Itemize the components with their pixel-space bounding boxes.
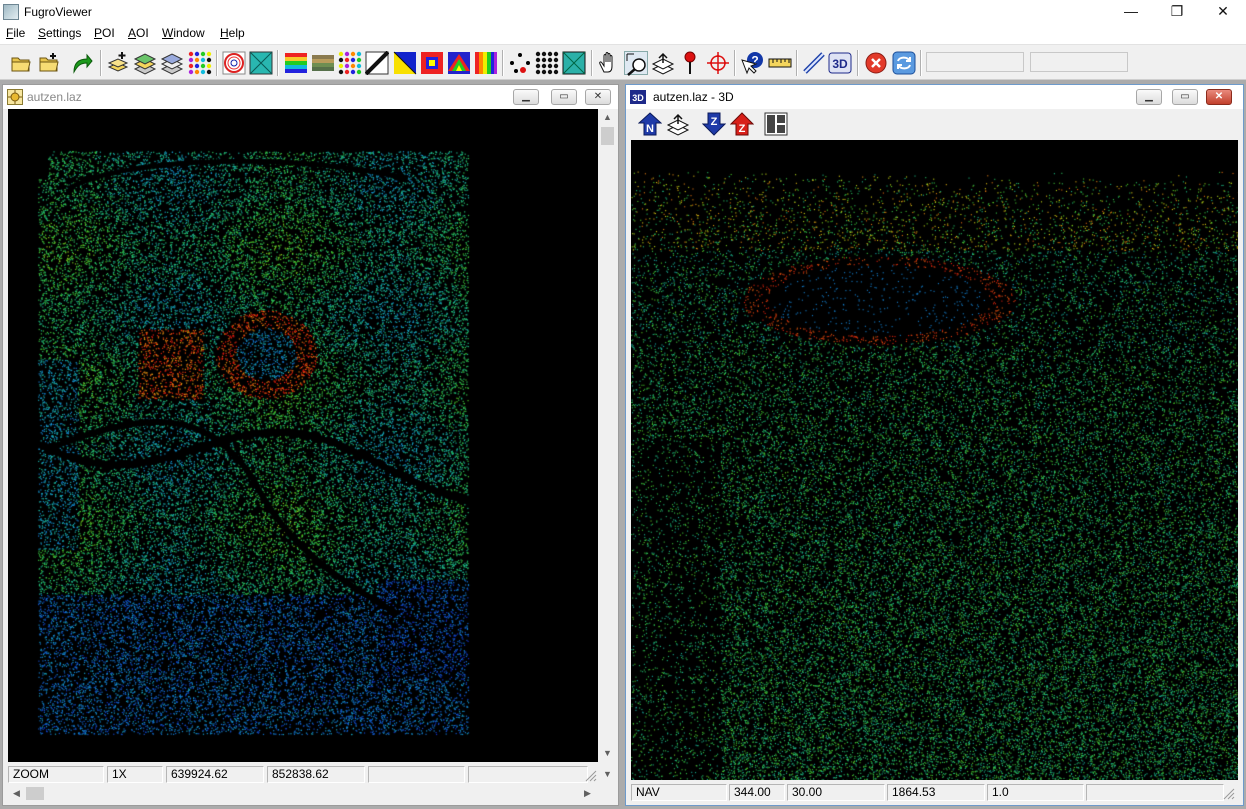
status-extra-1 (368, 766, 465, 783)
view-2d-icon (7, 89, 23, 105)
scroll-up-icon[interactable]: ▲ (599, 109, 616, 126)
view-2d-minimize-button[interactable]: ▁ (513, 89, 539, 105)
status-value-5 (1086, 784, 1224, 801)
layers-stack-icon[interactable] (133, 51, 157, 75)
view-3d-title: autzen.laz - 3D (653, 90, 734, 104)
measure-ruler-icon[interactable] (768, 51, 792, 75)
spectrum-icon[interactable] (474, 51, 498, 75)
point-grid-color-icon[interactable] (188, 51, 212, 75)
app-icon (3, 4, 19, 20)
layers-edit-icon[interactable] (160, 51, 184, 75)
close-button[interactable]: ✕ (1200, 0, 1246, 24)
status-value-2: 30.00 (787, 784, 885, 801)
svg-text:3D: 3D (832, 57, 848, 71)
menu-bar: File Settings POI AOI Window Help (0, 24, 1246, 44)
stop-cancel-icon[interactable] (864, 51, 888, 75)
menu-file[interactable]: File (6, 26, 25, 40)
resize-grip-icon[interactable] (1221, 786, 1235, 800)
contour-map-icon[interactable] (222, 51, 246, 75)
status-y-coordinate: 852838.62 (267, 766, 365, 783)
maximize-button[interactable]: ❐ (1154, 0, 1200, 24)
color-squares-icon[interactable] (420, 51, 444, 75)
status-mode: ZOOM (8, 766, 104, 783)
view-2d-hscroll-thumb[interactable] (26, 787, 44, 800)
svg-text:Z: Z (739, 123, 746, 135)
view-2d-hscroll[interactable]: ◀ ▶ (8, 785, 596, 802)
status-value-4: 1.0 (987, 784, 1084, 801)
menu-settings[interactable]: Settings (38, 26, 81, 40)
redo-arrow-button[interactable] (70, 51, 94, 75)
main-toolbar: ? 3D (0, 44, 1246, 80)
refresh-sync-icon[interactable] (892, 51, 916, 75)
view-3d-point-cloud[interactable] (631, 140, 1238, 780)
status-nav-mode: NAV (631, 784, 727, 801)
classification-color-icon[interactable] (338, 51, 362, 75)
app-title-bar: FugroViewer — ❐ ✕ (0, 0, 1246, 24)
app-title: FugroViewer (24, 5, 92, 19)
scroll-left-icon[interactable]: ◀ (8, 785, 25, 802)
status-x-coordinate: 639924.62 (166, 766, 264, 783)
add-layer-button[interactable] (106, 51, 130, 75)
svg-text:N: N (646, 123, 654, 135)
line-draw-icon[interactable] (802, 51, 826, 75)
points-red-icon[interactable] (508, 51, 532, 75)
tin-surface-icon[interactable] (562, 51, 586, 75)
menu-window[interactable]: Window (162, 26, 205, 40)
view-3d-caption: 3D autzen.laz - 3D ▁ ▭ ✕ (626, 85, 1243, 109)
poi-pin-icon[interactable] (678, 51, 702, 75)
layout-panels-icon[interactable] (764, 112, 788, 136)
z-down-icon[interactable]: Z (702, 112, 726, 136)
scroll-right-icon[interactable]: ▶ (579, 785, 596, 802)
elevation-bands-icon[interactable] (284, 51, 308, 75)
rgb-triangle-icon[interactable] (393, 51, 417, 75)
view-3d-minimize-button[interactable]: ▁ (1136, 89, 1162, 105)
north-up-icon[interactable]: N (638, 112, 662, 136)
add-folder-button[interactable] (37, 51, 61, 75)
view-3d-icon: 3D (630, 89, 646, 105)
identify-help-icon[interactable]: ? (740, 51, 764, 75)
z-up-icon[interactable]: Z (730, 112, 754, 136)
pan-hand-icon[interactable] (597, 51, 621, 75)
view-2d-point-cloud[interactable] (8, 109, 598, 762)
view-2d-vscroll-thumb[interactable] (601, 127, 614, 145)
menu-aoi[interactable]: AOI (128, 26, 149, 40)
hillshade-icon[interactable] (447, 51, 471, 75)
view-3d-close-button[interactable]: ✕ (1206, 89, 1232, 105)
view-2d-statusbar: ZOOM 1X 639924.62 852838.62 (8, 764, 596, 784)
view-3d-toolbar: N Z Z (626, 109, 1243, 139)
resize-grip-icon[interactable] (583, 768, 597, 782)
status-value-1: 344.00 (729, 784, 785, 801)
crosshair-target-icon[interactable] (706, 51, 730, 75)
intensity-bands-icon[interactable] (311, 51, 335, 75)
view-3d-button[interactable]: 3D (828, 51, 852, 75)
view-2d-window: autzen.laz ▁ ▭ ✕ ▲ ▼ ZOOM 1X 639924.62 8… (2, 84, 619, 806)
view-2d-title: autzen.laz (27, 90, 82, 104)
slope-shade-icon[interactable] (365, 51, 389, 75)
minimize-button[interactable]: — (1108, 0, 1154, 24)
status-extra-2 (468, 766, 588, 783)
view-3d-window: 3D autzen.laz - 3D ▁ ▭ ✕ N Z Z NAV 344.0… (625, 84, 1244, 806)
status-zoom: 1X (107, 766, 163, 783)
points-grid-icon[interactable] (535, 51, 559, 75)
toolbar-field-2 (1030, 52, 1128, 72)
menu-help[interactable]: Help (220, 26, 245, 40)
zoom-window-icon[interactable] (624, 51, 648, 76)
layers-up-icon[interactable] (666, 112, 690, 136)
view-2d-vscroll-down-arrow[interactable]: ▼ (599, 766, 616, 783)
view-3d-statusbar: NAV 344.00 30.00 1864.53 1.0 (631, 782, 1238, 802)
svg-text:3D: 3D (632, 93, 644, 103)
surface-map-icon[interactable] (249, 51, 273, 75)
view-2d-vscroll[interactable]: ▲ ▼ (599, 109, 616, 762)
menu-poi[interactable]: POI (94, 26, 115, 40)
status-value-3: 1864.53 (887, 784, 985, 801)
svg-text:Z: Z (711, 116, 718, 128)
view-2d-caption: autzen.laz ▁ ▭ ✕ (3, 85, 618, 109)
toolbar-field-1 (926, 52, 1024, 72)
view-3d-maximize-button[interactable]: ▭ (1172, 89, 1198, 105)
open-folder-button[interactable] (9, 51, 33, 75)
view-2d-maximize-button[interactable]: ▭ (551, 89, 577, 105)
profile-tool-icon[interactable] (651, 51, 675, 75)
scroll-down-icon[interactable]: ▼ (599, 745, 616, 762)
view-2d-close-button[interactable]: ✕ (585, 89, 611, 105)
